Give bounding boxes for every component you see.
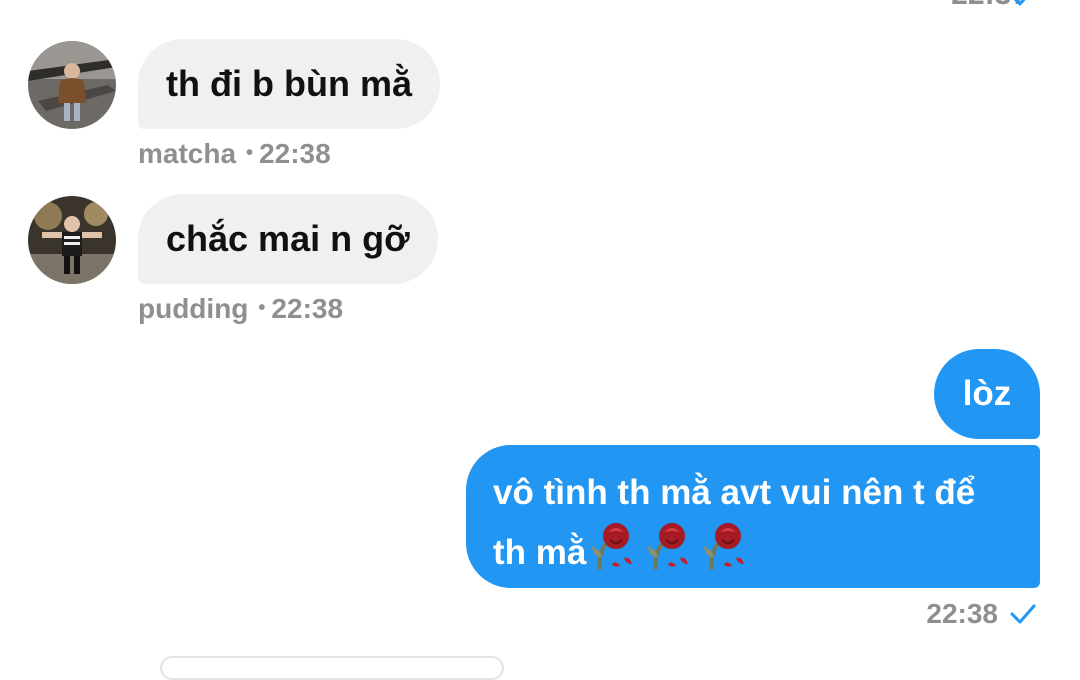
sent-check-icon (1010, 0, 1036, 11)
message-author: pudding (138, 293, 249, 324)
outgoing-message-time: 22:38 (926, 598, 998, 629)
avatar-pudding[interactable] (28, 196, 116, 284)
meta-separator: • (258, 297, 266, 319)
message-time: 22:38 (271, 293, 344, 324)
message-bubble-matcha[interactable]: th đi b bùn mằ (138, 39, 440, 129)
message-meta-pudding: pudding • 22:38 (138, 293, 343, 325)
emoji-group (586, 518, 754, 584)
user-photo-icon (28, 41, 116, 129)
sent-check-icon (1010, 604, 1036, 629)
message-text-line: vô tình th mằ avt vui nên t để (493, 473, 976, 512)
message-bubble-pudding[interactable]: chắc mai n gỡ (138, 194, 438, 284)
message-author: matcha (138, 138, 237, 169)
wilted-rose-icon (592, 523, 633, 570)
message-text-line: th mằ (493, 518, 1020, 584)
avatar-matcha[interactable] (28, 41, 116, 129)
message-meta-matcha: matcha • 22:38 (138, 138, 331, 170)
wilted-rose-icon (648, 523, 689, 570)
meta-separator: • (246, 142, 254, 164)
message-text: th mằ (493, 533, 587, 572)
outgoing-message-bubble[interactable]: vô tình th mằ avt vui nên t để th mằ (466, 445, 1040, 588)
next-message-bubble-edge (160, 656, 504, 680)
message-time: 22:38 (259, 138, 331, 169)
wilted-rose-icon (704, 523, 745, 570)
user-photo-icon (28, 196, 116, 284)
outgoing-message-bubble[interactable]: lòz (934, 349, 1040, 439)
